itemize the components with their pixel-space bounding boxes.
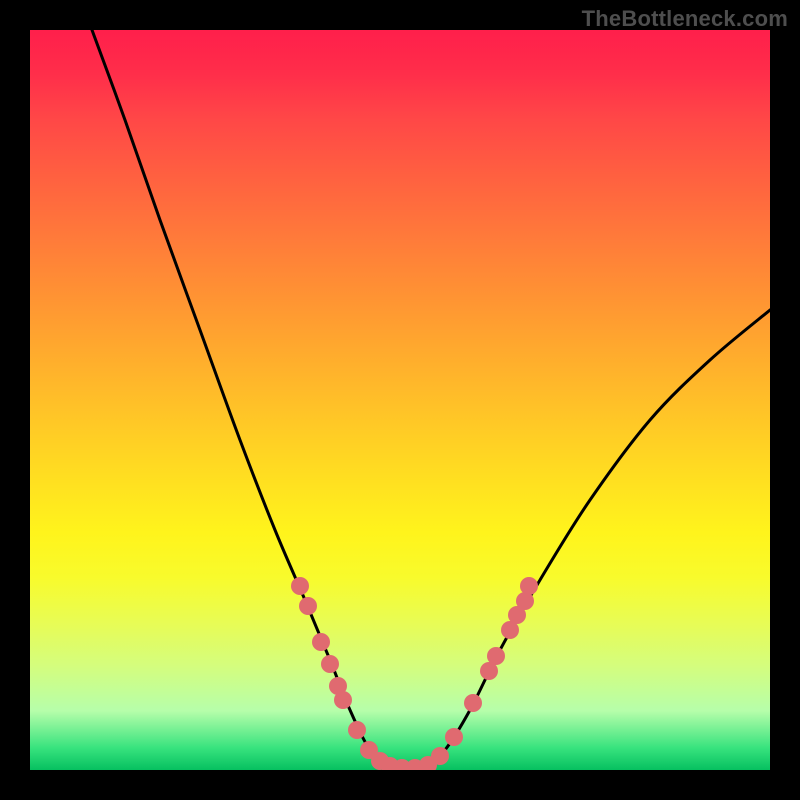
highlight-dots-group <box>291 577 538 770</box>
bottleneck-curve-path <box>92 30 770 770</box>
plot-area <box>30 30 770 770</box>
attribution-text: TheBottleneck.com <box>582 6 788 32</box>
bottleneck-curve-svg <box>30 30 770 770</box>
highlight-dot <box>299 597 317 615</box>
chart-stage: TheBottleneck.com <box>0 0 800 800</box>
highlight-dot <box>334 691 352 709</box>
highlight-dot <box>291 577 309 595</box>
highlight-dot <box>520 577 538 595</box>
highlight-dot <box>487 647 505 665</box>
highlight-dot <box>321 655 339 673</box>
highlight-dot <box>312 633 330 651</box>
highlight-dot <box>431 747 449 765</box>
highlight-dot <box>445 728 463 746</box>
highlight-dot <box>464 694 482 712</box>
highlight-dot <box>348 721 366 739</box>
